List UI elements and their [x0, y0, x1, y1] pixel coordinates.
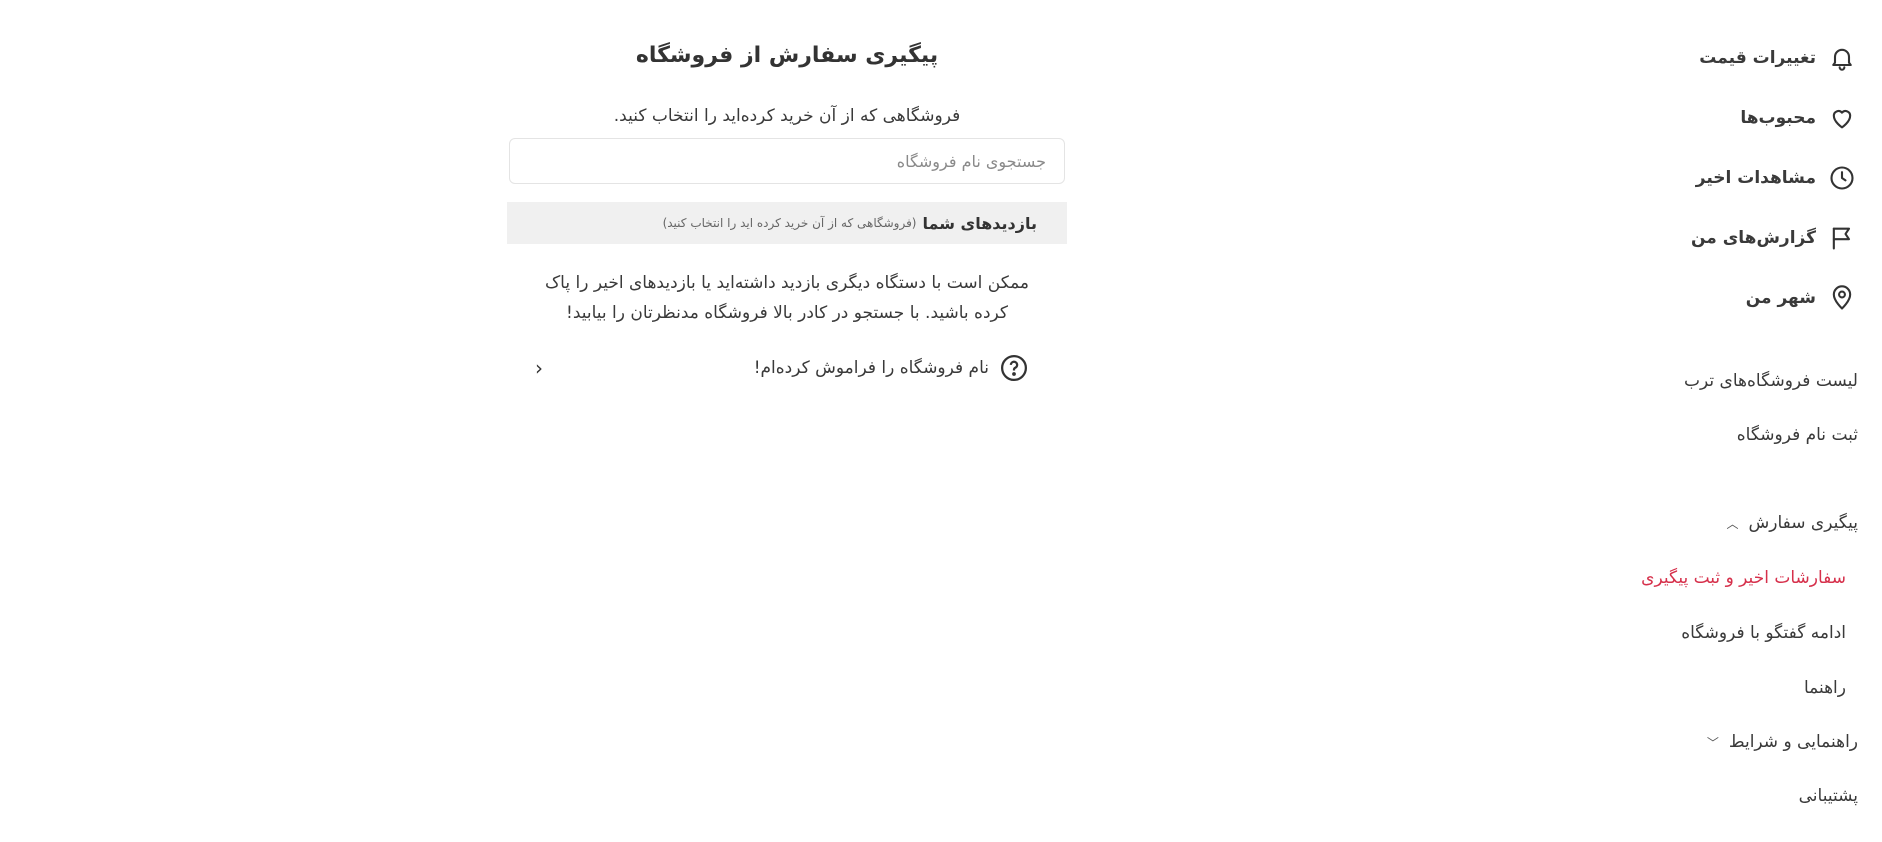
sublink-help[interactable]: راهنما [1518, 660, 1858, 715]
sublink-continue-chat[interactable]: ادامه گفتگو با فروشگاه [1518, 605, 1858, 660]
sidebar-item-my-reports[interactable]: گزارش‌های من [1518, 208, 1858, 268]
sidebar-item-label: گزارش‌های من [1690, 228, 1816, 248]
sidebar-item-label: شهر من [1745, 288, 1816, 308]
sidebar-item-favorites[interactable]: محبوب‌ها [1518, 88, 1858, 148]
heart-icon [1826, 102, 1858, 134]
location-pin-icon [1826, 282, 1858, 314]
link-torob-stores-list[interactable]: لیست فروشگاه‌های ترب [1518, 354, 1858, 408]
sidebar-item-my-city[interactable]: شهر من [1518, 268, 1858, 328]
sidebar-links: لیست فروشگاه‌های ترب ثبت نام فروشگاه [1518, 354, 1858, 462]
chevron-left-icon: ‹ [535, 356, 543, 380]
visits-header: بازدیدهای شما (فروشگاهی که از آن خرید کر… [507, 202, 1067, 244]
store-search-input[interactable] [509, 138, 1065, 184]
question-circle-icon [1001, 355, 1027, 381]
link-support[interactable]: پشتیبانی [1518, 769, 1858, 823]
sidebar-item-price-changes[interactable]: تغییرات قیمت [1518, 28, 1858, 88]
sidebar-item-recent-views[interactable]: مشاهدات اخیر [1518, 148, 1858, 208]
sidebar: تغییرات قیمت محبوب‌ها مشاهدات اخیر گزارش… [1518, 28, 1858, 823]
page: تغییرات قیمت محبوب‌ها مشاهدات اخیر گزارش… [0, 0, 1882, 842]
main-content: پیگیری سفارش از فروشگاه فروشگاهی که از آ… [507, 40, 1067, 388]
forgot-store-name-button[interactable]: نام فروشگاه را فراموش کرده‌ام! ‹ [507, 348, 1067, 388]
flag-icon [1826, 222, 1858, 254]
visits-title: بازدیدهای شما [922, 213, 1038, 233]
sidebar-item-label: محبوب‌ها [1740, 108, 1816, 128]
bell-icon [1826, 42, 1858, 74]
sublink-recent-orders[interactable]: سفارشات اخیر و ثبت پیگیری [1518, 550, 1858, 605]
page-title: پیگیری سفارش از فروشگاه [635, 43, 939, 68]
sidebar-accordion: پیگیری سفارش ︿ سفارشات اخیر و ثبت پیگیری… [1518, 496, 1858, 823]
empty-visits-message: ممکن است با دستگاه دیگری بازدید داشته‌ای… [544, 273, 1030, 323]
visits-note: (فروشگاهی که از آن خرید کرده اید را انتخ… [662, 216, 917, 230]
accordion-label: پیگیری سفارش [1748, 513, 1858, 533]
sidebar-item-label: تغییرات قیمت [1699, 48, 1816, 68]
chevron-down-icon: ﹀ [1706, 735, 1719, 750]
forgot-store-name-label: نام فروشگاه را فراموش کرده‌ام! [753, 358, 989, 378]
accordion-order-tracking[interactable]: پیگیری سفارش ︿ [1518, 496, 1858, 550]
page-subtitle: فروشگاهی که از آن خرید کرده‌اید را انتخا… [613, 106, 961, 126]
accordion-guide-terms[interactable]: راهنمایی و شرایط ﹀ [1518, 715, 1858, 769]
link-store-registration[interactable]: ثبت نام فروشگاه [1518, 408, 1858, 462]
accordion-label: راهنمایی و شرایط [1728, 732, 1858, 752]
chevron-up-icon: ︿ [1726, 516, 1739, 531]
clock-icon [1826, 162, 1858, 194]
sidebar-item-label: مشاهدات اخیر [1695, 168, 1816, 188]
forgot-store-name-content: نام فروشگاه را فراموش کرده‌ام! [754, 353, 1029, 383]
